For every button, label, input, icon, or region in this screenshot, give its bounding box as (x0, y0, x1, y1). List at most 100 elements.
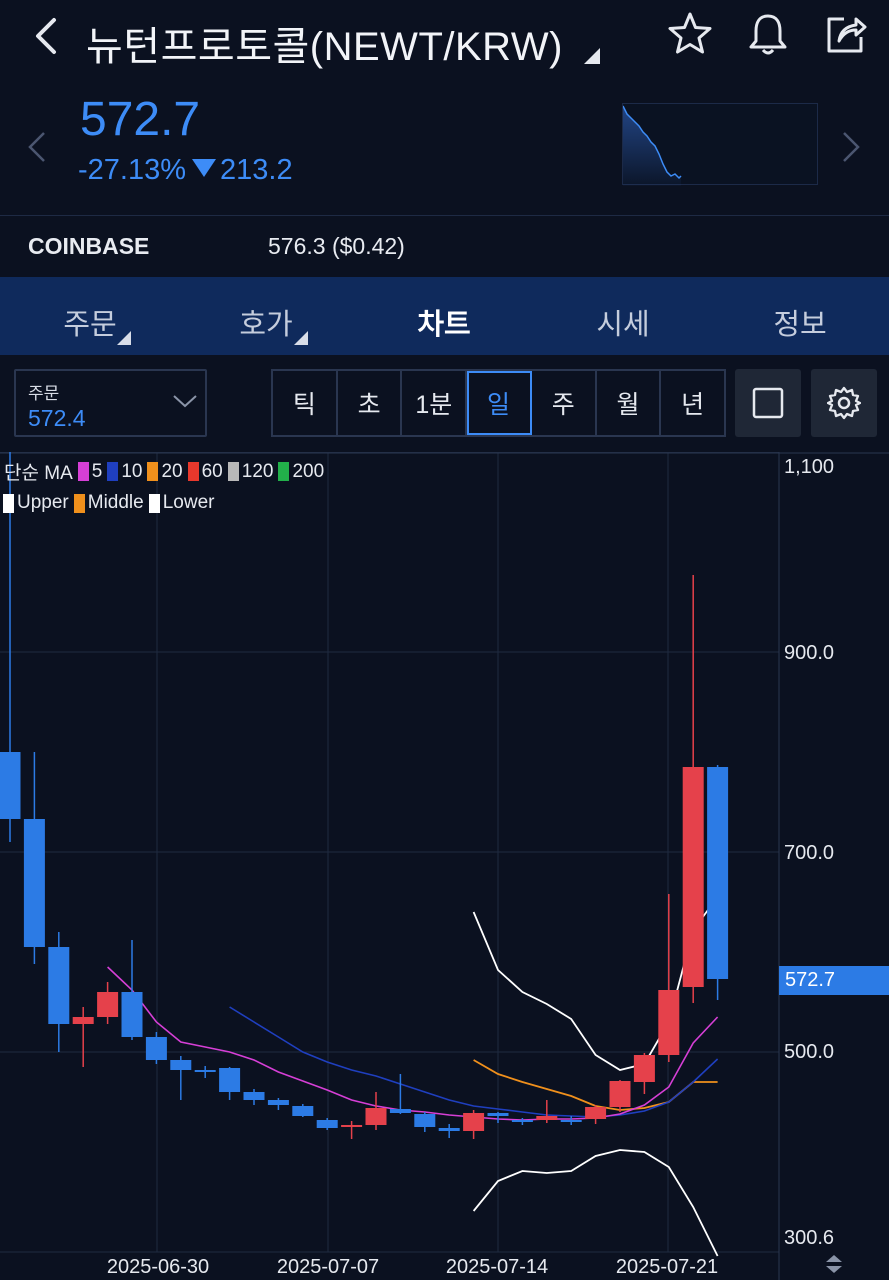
order-select-label: 주문 (28, 384, 60, 403)
candle-body (511, 1120, 533, 1122)
ma20-swatch (147, 462, 159, 481)
change-amount: 213.2 (220, 154, 293, 186)
candle-body (145, 1037, 167, 1060)
bollinger-legend: Upper Middle Lower (0, 492, 214, 514)
order-type-select[interactable]: 주문 572.4 (14, 369, 207, 437)
bell-icon[interactable] (744, 10, 792, 58)
ma5-swatch (77, 462, 89, 481)
exchange-name: COINBASE (28, 233, 150, 259)
axis-scale-handle-icon[interactable] (822, 1252, 846, 1276)
exchange-row: COINBASE 576.3 ($0.42) (0, 217, 889, 277)
chevron-down-icon (173, 395, 197, 408)
period-month[interactable]: 월 (597, 371, 662, 435)
bollinger-lower-line (472, 1149, 719, 1257)
upper-swatch (3, 493, 14, 513)
candle-body (682, 767, 704, 987)
ma200-swatch (278, 462, 290, 481)
bollinger-middle-line (473, 1059, 718, 1111)
back-chevron-icon[interactable] (28, 12, 64, 60)
candle-body (365, 1108, 387, 1125)
period-year[interactable]: 년 (661, 371, 724, 435)
y-tick-label: 700.0 (784, 842, 835, 864)
candle-body (658, 990, 680, 1055)
tab-quotes[interactable]: 시세 (563, 301, 683, 343)
x-tick-label: 2025-06-30 (106, 1256, 210, 1278)
candle-body (219, 1068, 241, 1092)
title-dropdown-caret-icon[interactable] (584, 48, 600, 64)
period-selector: 틱 초 1분 일 주 월 년 (271, 369, 726, 437)
ma-legend-title: 단순 MA (4, 463, 73, 484)
candle-body (487, 1113, 509, 1116)
ma200-label: 200 (292, 460, 325, 482)
tab-info[interactable]: 정보 (740, 301, 860, 343)
candle-body (585, 1107, 607, 1119)
candle-body (560, 1120, 582, 1122)
fullscreen-button[interactable] (735, 369, 801, 437)
tab-orderbook-caret-icon (294, 331, 308, 345)
next-asset-chevron-icon[interactable] (840, 130, 862, 164)
current-price: 572.7 (80, 93, 201, 146)
ma-legend: 단순 MA 5 10 20 60 120 200 (4, 458, 324, 485)
candle-body (243, 1092, 265, 1100)
candle-body (609, 1081, 631, 1107)
y-tick-label: 500.0 (784, 1041, 835, 1063)
tab-chart[interactable]: 차트 (384, 301, 504, 343)
candle-body (438, 1128, 460, 1131)
share-icon[interactable] (822, 10, 870, 58)
period-day[interactable]: 일 (467, 371, 532, 435)
prev-asset-chevron-icon[interactable] (26, 130, 48, 164)
period-tick[interactable]: 틱 (273, 371, 338, 435)
y-tick-label: 300.6 (784, 1227, 835, 1249)
star-icon[interactable] (666, 10, 714, 58)
candle-body (23, 819, 45, 947)
chart-controls: 주문 572.4 틱 초 1분 일 주 월 년 (0, 355, 889, 452)
period-second[interactable]: 초 (338, 371, 403, 435)
bollinger-upper-line (472, 896, 719, 1071)
lower-swatch (148, 493, 160, 513)
chart-settings-button[interactable] (811, 369, 877, 437)
lower-label: Lower (162, 492, 215, 513)
middle-swatch (73, 493, 85, 513)
chart-canvas[interactable] (0, 452, 889, 1280)
gear-icon (827, 386, 861, 420)
ma5-label: 5 (91, 460, 103, 482)
top-app-bar: 뉴턴프로토콜(NEWT/KRW) (0, 0, 889, 78)
candle-body (292, 1106, 314, 1116)
x-tick-label: 2025-07-07 (276, 1256, 380, 1278)
candle-body (267, 1100, 289, 1105)
period-1min[interactable]: 1분 (402, 371, 468, 435)
ma120-label: 120 (241, 460, 274, 482)
y-tick-label: 1,100 (784, 456, 835, 478)
candle-body (536, 1116, 558, 1120)
candle-body (0, 752, 21, 819)
asset-title[interactable]: 뉴턴프로토콜(NEWT/KRW) (86, 14, 563, 72)
candle-body (48, 947, 70, 1024)
section-tabs: 주문 호가 차트 시세 정보 (0, 277, 889, 355)
candle-body (414, 1114, 436, 1127)
candle-body (707, 767, 729, 979)
candle-body (316, 1120, 338, 1128)
price-summary: 572.7 -27.13% 213.2 (0, 78, 889, 216)
candle-body (633, 1055, 655, 1082)
ma10-swatch (107, 462, 119, 481)
ma60-label: 60 (201, 460, 223, 482)
candlestick-chart[interactable]: 단순 MA 5 10 20 60 120 200 Upper Middle Lo… (0, 452, 889, 1280)
candle-body (72, 1017, 94, 1024)
exchange-price: 576.3 ($0.42) (268, 233, 405, 259)
candle-body (194, 1070, 216, 1072)
tab-order[interactable]: 주문 (30, 301, 150, 343)
y-tick-label: 900.0 (784, 642, 835, 664)
order-select-value: 572.4 (28, 405, 86, 431)
candle-body (463, 1113, 485, 1131)
last-price-tag: 572.7 (779, 966, 889, 995)
candle-body (170, 1060, 192, 1070)
x-tick-label: 2025-07-21 (615, 1256, 719, 1278)
upper-label: Upper (17, 492, 69, 513)
down-triangle-icon (192, 159, 217, 177)
tab-orderbook[interactable]: 호가 (206, 301, 326, 343)
price-change: -27.13% 213.2 (78, 154, 293, 187)
change-percent: -27.13% (78, 154, 187, 186)
x-tick-label: 2025-07-14 (445, 1256, 549, 1278)
tab-order-caret-icon (117, 331, 131, 345)
period-week[interactable]: 주 (532, 371, 597, 435)
